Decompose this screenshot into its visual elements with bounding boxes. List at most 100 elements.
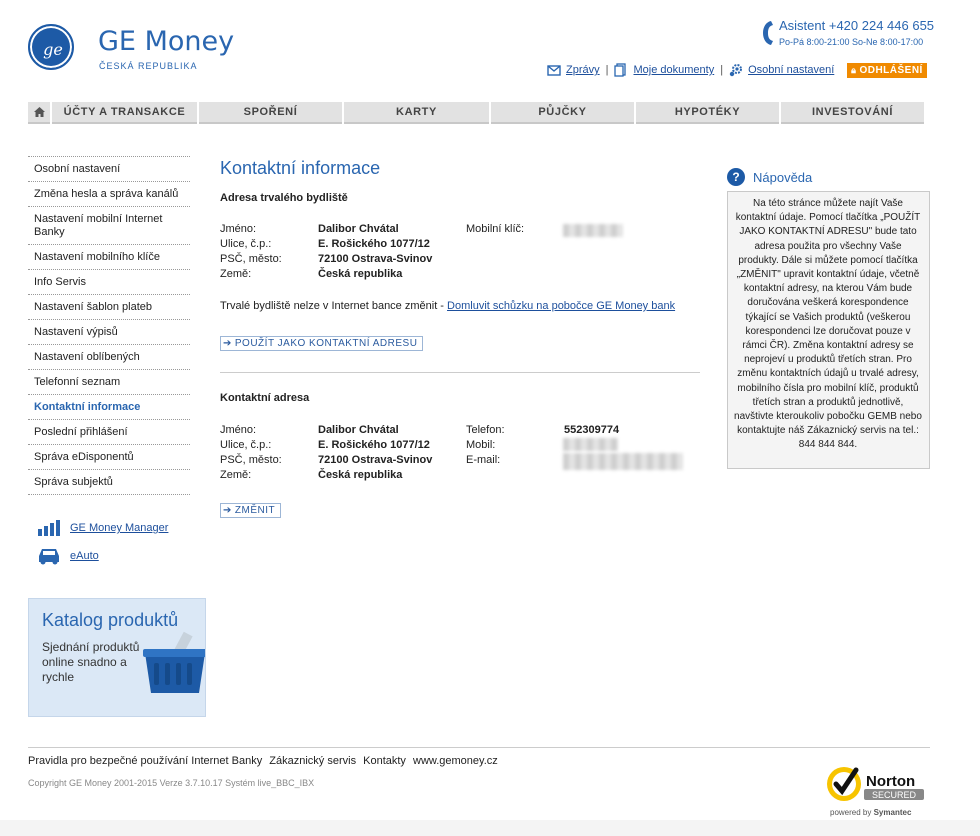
sidebar-item-statements[interactable]: Nastavení výpisů: [28, 319, 190, 344]
assistant-phone[interactable]: Asistent +420 224 446 655: [779, 18, 934, 33]
sidebar-item-subjects[interactable]: Správa subjektů: [28, 469, 190, 495]
nav-mortgages[interactable]: HYPOTÉKY: [636, 102, 779, 124]
nav-investing[interactable]: INVESTOVÁNÍ: [781, 102, 924, 124]
sidebar-item-info-servis[interactable]: Info Servis: [28, 269, 190, 294]
separator: |: [605, 64, 609, 76]
email-redacted: [563, 453, 683, 470]
field-label: PSČ, město:: [220, 253, 282, 265]
footer-link-website[interactable]: www.gemoney.cz: [413, 755, 498, 767]
documents-link[interactable]: Moje dokumenty: [633, 64, 714, 76]
footer-divider: [28, 747, 930, 748]
lock-icon: 🔒︎: [851, 65, 857, 75]
personal-settings-link[interactable]: Osobní nastavení: [748, 64, 834, 76]
field-label: E-mail:: [466, 454, 501, 466]
separator: |: [720, 64, 724, 76]
norton-secured: SECURED: [872, 790, 917, 800]
contact-street: E. Rošického 1077/12: [318, 439, 430, 451]
norton-powered-by: powered by Symantec: [830, 808, 940, 817]
permanent-street: E. Rošického 1077/12: [318, 238, 430, 250]
mobile-redacted: [563, 438, 618, 451]
field-label: Ulice, č.p.:: [220, 238, 272, 250]
symantec-text: Symantec: [873, 808, 912, 817]
sidebar-item-personal-settings[interactable]: Osobní nastavení: [28, 156, 190, 181]
field-label: Jméno:: [220, 223, 257, 235]
catalog-title: Katalog produktů: [42, 610, 179, 630]
brand-title: GE Money: [98, 26, 235, 57]
field-label: PSČ, město:: [220, 454, 282, 466]
envelope-icon: [547, 65, 561, 76]
footer-link-security-rules[interactable]: Pravidla pro bezpečné používání Internet…: [28, 755, 262, 767]
eauto-tool[interactable]: eAuto: [38, 547, 99, 565]
page-title: Kontaktní informace: [220, 158, 381, 178]
main-nav: ÚČTY A TRANSAKCE SPOŘENÍ KARTY PŮJČKY HY…: [28, 102, 928, 124]
permanent-address-heading: Adresa trvalého bydliště: [220, 192, 348, 204]
copyright: Copyright GE Money 2001-2015 Verze 3.7.1…: [28, 778, 315, 788]
contact-name: Dalibor Chvátal: [318, 424, 399, 436]
mobile-key-label: Mobilní klíč:: [466, 223, 525, 235]
section-divider: [220, 372, 700, 373]
arrow-right-icon: ➔: [223, 338, 232, 349]
field-label: Země:: [220, 268, 252, 280]
norton-check-icon: Norton SECURED: [827, 767, 924, 801]
use-as-contact-address-label: POUŽÍT JAKO KONTAKTNÍ ADRESU: [234, 338, 418, 349]
field-label: Země:: [220, 469, 252, 481]
field-label: Jméno:: [220, 424, 257, 436]
field-label: Ulice, č.p.:: [220, 439, 272, 451]
gear-icon: [729, 64, 743, 77]
logout-label: ODHLÁŠENÍ: [859, 65, 923, 76]
footer-links: Pravidla pro bezpečné používání Internet…: [28, 755, 502, 767]
documents-icon: [614, 63, 627, 77]
field-label: Mobil:: [466, 439, 496, 451]
shopping-basket-icon: [143, 631, 205, 693]
phone-icon: [763, 21, 773, 45]
permanent-address-note: Trvalé bydliště nelze v Internet bance z…: [220, 300, 675, 312]
nav-loans[interactable]: PŮJČKY: [491, 102, 634, 124]
bar-chart-icon: [38, 520, 60, 536]
norton-secured-badge[interactable]: Norton SECURED powered by Symantec: [826, 764, 930, 817]
money-manager-tool[interactable]: GE Money Manager: [38, 520, 168, 536]
mobile-key-redacted: [563, 224, 623, 237]
sidebar-item-password[interactable]: Změna hesla a správa kanálů: [28, 181, 190, 206]
ge-monogram-icon: ge: [43, 40, 63, 59]
change-label: ZMĚNIT: [234, 505, 276, 516]
money-manager-link[interactable]: GE Money Manager: [70, 522, 168, 534]
top-links: Zprávy | Moje dokumenty | Osobní nastave…: [547, 62, 834, 78]
nav-savings[interactable]: SPOŘENÍ: [199, 102, 342, 124]
contact-phone: 552309774: [564, 424, 620, 436]
sidebar-item-mobile-key[interactable]: Nastavení mobilního klíče: [28, 244, 190, 269]
permanent-country: Česká republika: [318, 268, 403, 280]
note-text: Trvalé bydliště nelze v Internet bance z…: [220, 300, 448, 312]
sidebar-item-edisponents[interactable]: Správa eDisponentů: [28, 444, 190, 469]
footer-link-contacts[interactable]: Kontakty: [363, 755, 406, 767]
bottom-band: [0, 820, 980, 836]
catalog-description: Sjednání produktů online snadno a rychle: [42, 640, 140, 684]
eauto-link[interactable]: eAuto: [70, 550, 99, 562]
logout-button[interactable]: 🔒︎ ODHLÁŠENÍ: [847, 63, 927, 78]
help-text: Na této stránce můžete najít Vaše kontak…: [727, 191, 930, 469]
footer-link-customer-service[interactable]: Zákaznický servis: [269, 755, 356, 767]
ge-logo: ge: [28, 24, 74, 70]
sidebar-item-contact-info[interactable]: Kontaktní informace: [28, 394, 190, 419]
nav-cards[interactable]: KARTY: [344, 102, 489, 124]
contact-city: 72100 Ostrava-Svinov: [318, 454, 433, 466]
arrow-right-icon: ➔: [223, 505, 232, 516]
sidebar-item-phonebook[interactable]: Telefonní seznam: [28, 369, 190, 394]
change-button[interactable]: ➔ ZMĚNIT: [220, 503, 282, 518]
use-as-contact-address-button[interactable]: ➔ POUŽÍT JAKO KONTAKTNÍ ADRESU: [220, 336, 424, 351]
help-header: ? Nápověda: [727, 168, 812, 186]
sidebar-item-favorites[interactable]: Nastavení oblíbených: [28, 344, 190, 369]
nav-accounts[interactable]: ÚČTY A TRANSAKCE: [52, 102, 197, 124]
brand-subtitle: ČESKÁ REPUBLIKA: [99, 61, 198, 71]
messages-link[interactable]: Zprávy: [566, 64, 600, 76]
sidebar-item-last-login[interactable]: Poslední přihlášení: [28, 419, 190, 444]
contact-country: Česká republika: [318, 469, 403, 481]
product-catalog-banner[interactable]: Katalog produktů Sjednání produktů onlin…: [28, 598, 206, 717]
car-icon: [39, 549, 59, 565]
permanent-city: 72100 Ostrava-Svinov: [318, 253, 433, 265]
sidebar-item-templates[interactable]: Nastavení šablon plateb: [28, 294, 190, 319]
sidebar-item-mobile-banking[interactable]: Nastavení mobilní Internet Banky: [28, 206, 190, 244]
schedule-appointment-link[interactable]: Domluvit schůzku na pobočce GE Money ban…: [447, 300, 675, 312]
nav-home[interactable]: [28, 102, 50, 124]
home-icon: [33, 107, 45, 117]
sidebar-menu: Osobní nastavení Změna hesla a správa ka…: [28, 156, 190, 495]
